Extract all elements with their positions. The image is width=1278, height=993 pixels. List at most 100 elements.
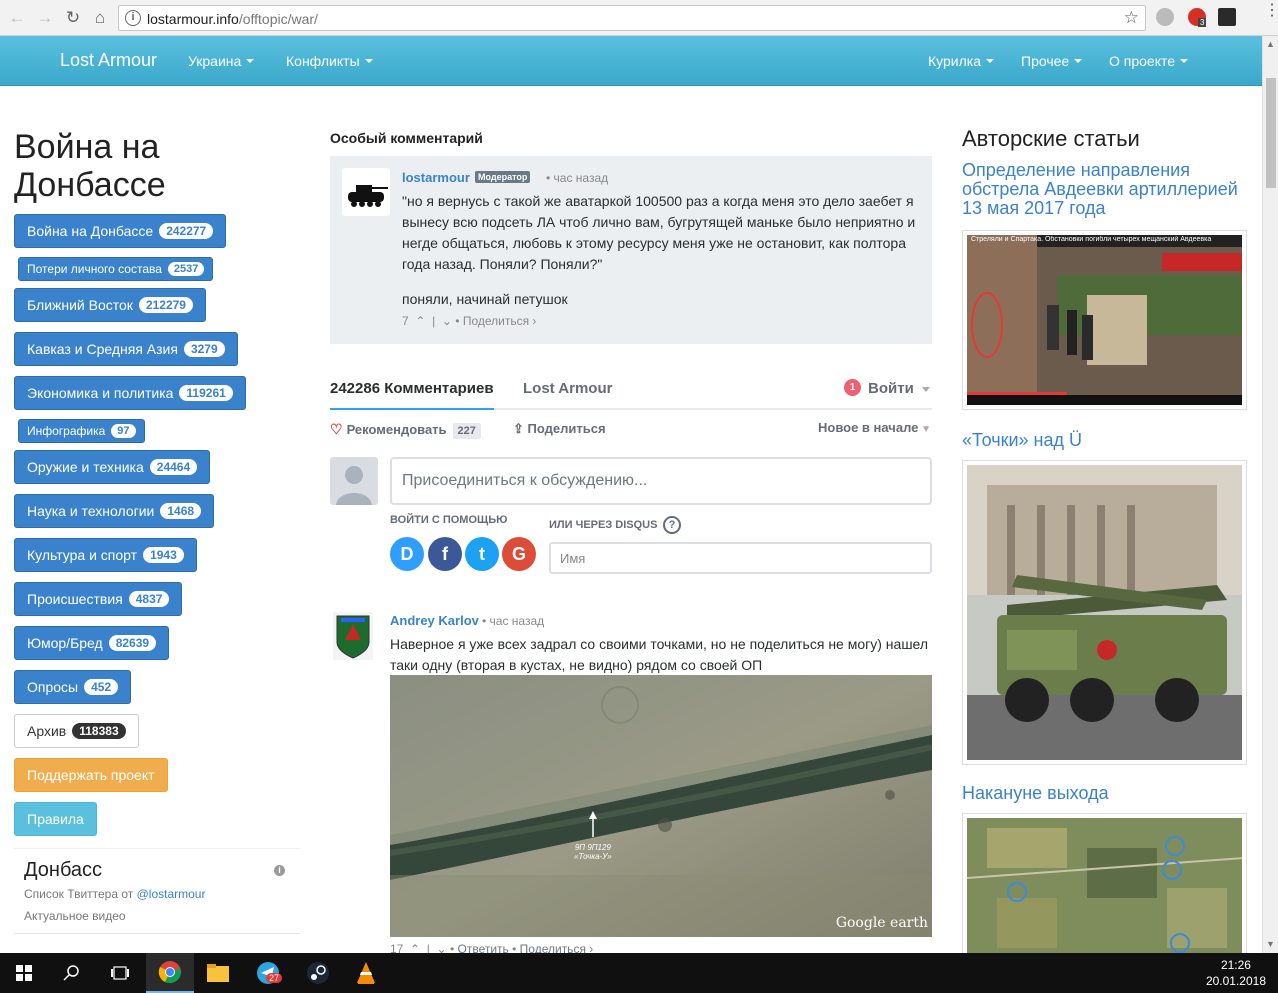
tank-avatar[interactable]	[342, 168, 390, 216]
upvote-icon[interactable]: ⌃	[412, 314, 432, 328]
category-personnel-losses[interactable]: Потери личного состава 2537	[18, 257, 214, 281]
category-economy-politics[interactable]: Экономика и политика 119261	[14, 376, 246, 410]
article-thumbnail[interactable]	[962, 460, 1247, 765]
nav-ukraine[interactable]: Украина	[188, 53, 254, 69]
url-text: lostarmour.info/offtopic/war/	[147, 11, 318, 27]
image-annotation: 9П 9П129 «Точка-У»	[574, 843, 612, 861]
comment-time[interactable]: • час назад	[546, 171, 608, 185]
right-column-title: Авторские статьи	[962, 126, 1140, 151]
tab-comments[interactable]: 242286 Комментариев	[330, 380, 494, 397]
forward-icon[interactable]: →	[34, 7, 56, 29]
facebook-login-icon[interactable]: f	[428, 537, 462, 571]
vlc-icon[interactable]	[342, 953, 390, 993]
help-icon[interactable]: ?	[663, 516, 681, 534]
system-clock[interactable]: 21:26 20.01.2018	[1206, 957, 1266, 989]
category-middle-east[interactable]: Ближний Восток 212279	[14, 288, 206, 322]
satellite-image[interactable]: 9П 9П129 «Точка-У» Google earth	[390, 675, 932, 937]
steam-icon[interactable]	[294, 953, 342, 993]
login-button[interactable]: Войти	[868, 380, 914, 397]
opera-extension-icon[interactable]: 3	[1188, 8, 1207, 27]
info-icon[interactable]: i	[125, 10, 141, 26]
google-login-icon[interactable]: G	[502, 537, 536, 571]
active-tab-indicator	[330, 408, 494, 410]
scroll-up-icon[interactable]: ▲	[1266, 39, 1275, 49]
count-badge: 3279	[183, 341, 225, 357]
comment-time[interactable]: • час назад	[482, 614, 544, 628]
article-title-link[interactable]: «Точки» над Ü	[962, 431, 1252, 450]
category-culture-sport[interactable]: Культура и спорт 1943	[14, 538, 197, 572]
coat-of-arms-avatar[interactable]	[333, 612, 373, 660]
count-badge: 82639	[108, 635, 157, 651]
share-icon: ⇪	[513, 421, 528, 436]
notification-badge[interactable]: 1	[844, 379, 861, 396]
brand-link[interactable]: Lost Armour	[60, 50, 157, 71]
comment-author[interactable]: lostarmour	[402, 170, 470, 185]
twitter-handle-link[interactable]: @lostarmour	[137, 887, 206, 901]
video-caption: Стреляли и Спартака. Обстановки погибли …	[971, 236, 1212, 243]
windows-start-icon[interactable]	[0, 953, 48, 993]
heart-icon: ♡	[330, 421, 343, 437]
bookmark-star-icon[interactable]: ☆	[1124, 8, 1139, 28]
share-link[interactable]: Поделиться ›	[463, 314, 537, 328]
disqus-login-icon[interactable]: D	[390, 537, 424, 571]
count-badge: 24464	[149, 459, 198, 475]
count-badge: 2537	[167, 262, 205, 276]
home-icon[interactable]: ⌂	[89, 7, 111, 29]
category-infographics[interactable]: Инфографика 97	[18, 419, 145, 443]
category-polls[interactable]: Опросы 452	[14, 670, 132, 704]
chevron-down-icon[interactable]	[922, 387, 930, 392]
name-input[interactable]: Имя	[549, 542, 932, 574]
article-video-thumbnail[interactable]: Стреляли и Спартака. Обстановки погибли …	[962, 230, 1247, 410]
page-scrollbar[interactable]: ▲ ▼	[1262, 36, 1278, 953]
category-humor[interactable]: Юмор/Бред 82639	[14, 626, 170, 660]
chrome-icon[interactable]	[146, 953, 194, 993]
category-incidents[interactable]: Происшествия 4837	[14, 582, 183, 616]
article-title-link[interactable]: Определение направления обстрела Авдеевк…	[962, 161, 1252, 218]
article-map-thumbnail[interactable]	[962, 813, 1247, 958]
category-weapons[interactable]: Оружие и техника 24464	[14, 450, 211, 484]
comment-composer[interactable]: Присоединиться к обсуждению...	[390, 457, 932, 505]
reload-icon[interactable]: ↻	[62, 7, 84, 29]
rules-button[interactable]: Правила	[14, 802, 97, 836]
article-title-link[interactable]: Накануне выхода	[962, 784, 1252, 803]
comment-votes: 7 ⌃ | ⌄ • Поделиться ›	[402, 314, 537, 328]
downvote-icon[interactable]: ⌄	[439, 314, 456, 328]
disqus-tabs: 242286 Комментариев Lost Armour 1 Войти	[330, 378, 932, 410]
count-badge: 1943	[143, 547, 184, 563]
share-button[interactable]: ⇪ Поделиться	[513, 421, 606, 437]
extension-globe-icon[interactable]	[1156, 8, 1174, 26]
nav-smoking-room[interactable]: Курилка	[928, 53, 994, 69]
nav-other[interactable]: Прочее	[1021, 53, 1082, 69]
comment-author[interactable]: Andrey Karlov	[390, 613, 479, 628]
task-view-icon[interactable]	[96, 953, 144, 993]
telegram-icon[interactable]: 27	[244, 953, 292, 993]
browser-toolbar: ← → ↻ ⌂ i lostarmour.info/offtopic/war/ …	[0, 0, 1278, 36]
category-caucasus[interactable]: Кавказ и Средняя Азия 3279	[14, 332, 238, 366]
comment-reply-text: поняли, начинай петушок	[402, 291, 568, 307]
twitter-video-label: Актуальное видео	[24, 909, 126, 923]
search-icon[interactable]	[48, 953, 96, 993]
sort-dropdown[interactable]: Новое в начале ▼	[818, 420, 931, 435]
support-button[interactable]: Поддержать проект	[14, 758, 168, 792]
twitter-login-icon[interactable]: t	[465, 537, 499, 571]
menu-icon[interactable]: ⋮	[1264, 3, 1278, 28]
address-bar[interactable]: i lostarmour.info/offtopic/war/ ☆	[118, 5, 1146, 31]
back-icon[interactable]: ←	[6, 7, 28, 29]
nav-conflicts[interactable]: Конфликты	[286, 53, 373, 69]
category-donbass-war[interactable]: Война на Донбассе 242277	[14, 214, 227, 248]
tab-community[interactable]: Lost Armour	[523, 380, 612, 397]
recommend-button[interactable]: ♡ Рекомендовать 227	[330, 421, 481, 439]
info-icon[interactable]: i	[274, 865, 285, 876]
count-badge: 4837	[128, 591, 170, 607]
file-explorer-icon[interactable]	[194, 953, 242, 993]
category-science[interactable]: Наука и технологии 1468	[14, 494, 215, 528]
twitter-widget-title: Донбасс	[24, 859, 103, 881]
extension-e-icon[interactable]	[1218, 8, 1236, 26]
scrollbar-thumb[interactable]	[1266, 78, 1276, 188]
scroll-down-icon[interactable]: ▼	[1266, 939, 1275, 949]
count-badge: 242277	[159, 223, 214, 239]
category-archive[interactable]: Архив 118383	[14, 714, 139, 748]
special-comment-heading: Особый комментарий	[330, 130, 483, 146]
nav-about[interactable]: О проекте	[1109, 53, 1188, 69]
count-badge: 452	[84, 679, 119, 695]
